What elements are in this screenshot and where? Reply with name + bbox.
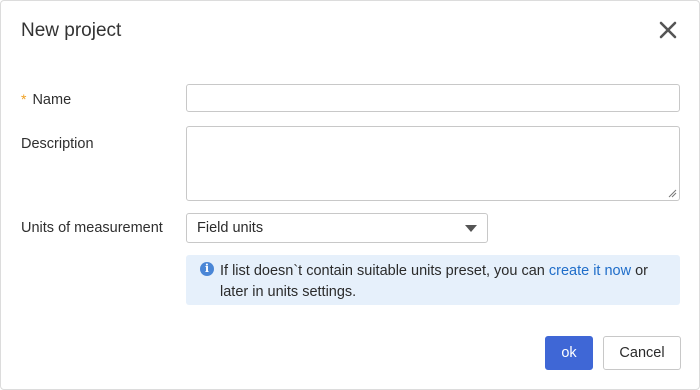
info-icon: i xyxy=(200,262,214,276)
units-select[interactable]: Field units xyxy=(186,213,488,243)
cancel-button[interactable]: Cancel xyxy=(603,336,681,370)
info-text: If list doesn`t contain suitable units p… xyxy=(220,261,670,303)
name-label: Name xyxy=(32,92,72,108)
close-icon[interactable] xyxy=(657,19,679,41)
create-units-link[interactable]: create it now xyxy=(549,263,631,279)
info-notice: i If list doesn`t contain suitable units… xyxy=(186,255,680,305)
info-text-before: If list doesn`t contain suitable units p… xyxy=(220,263,549,279)
resize-handle-icon[interactable] xyxy=(668,189,677,198)
description-textarea[interactable] xyxy=(186,126,680,201)
units-label: Units of measurement xyxy=(21,220,163,236)
ok-button[interactable]: ok xyxy=(545,336,593,370)
required-marker: * xyxy=(21,91,27,107)
chevron-down-icon xyxy=(465,225,477,232)
dialog-title: New project xyxy=(21,20,122,41)
name-label-row: * Name xyxy=(21,91,71,108)
new-project-dialog: New project * Name Description Units of m… xyxy=(0,0,700,390)
description-label: Description xyxy=(21,136,94,152)
units-select-value: Field units xyxy=(197,220,264,236)
name-input[interactable] xyxy=(186,84,680,112)
